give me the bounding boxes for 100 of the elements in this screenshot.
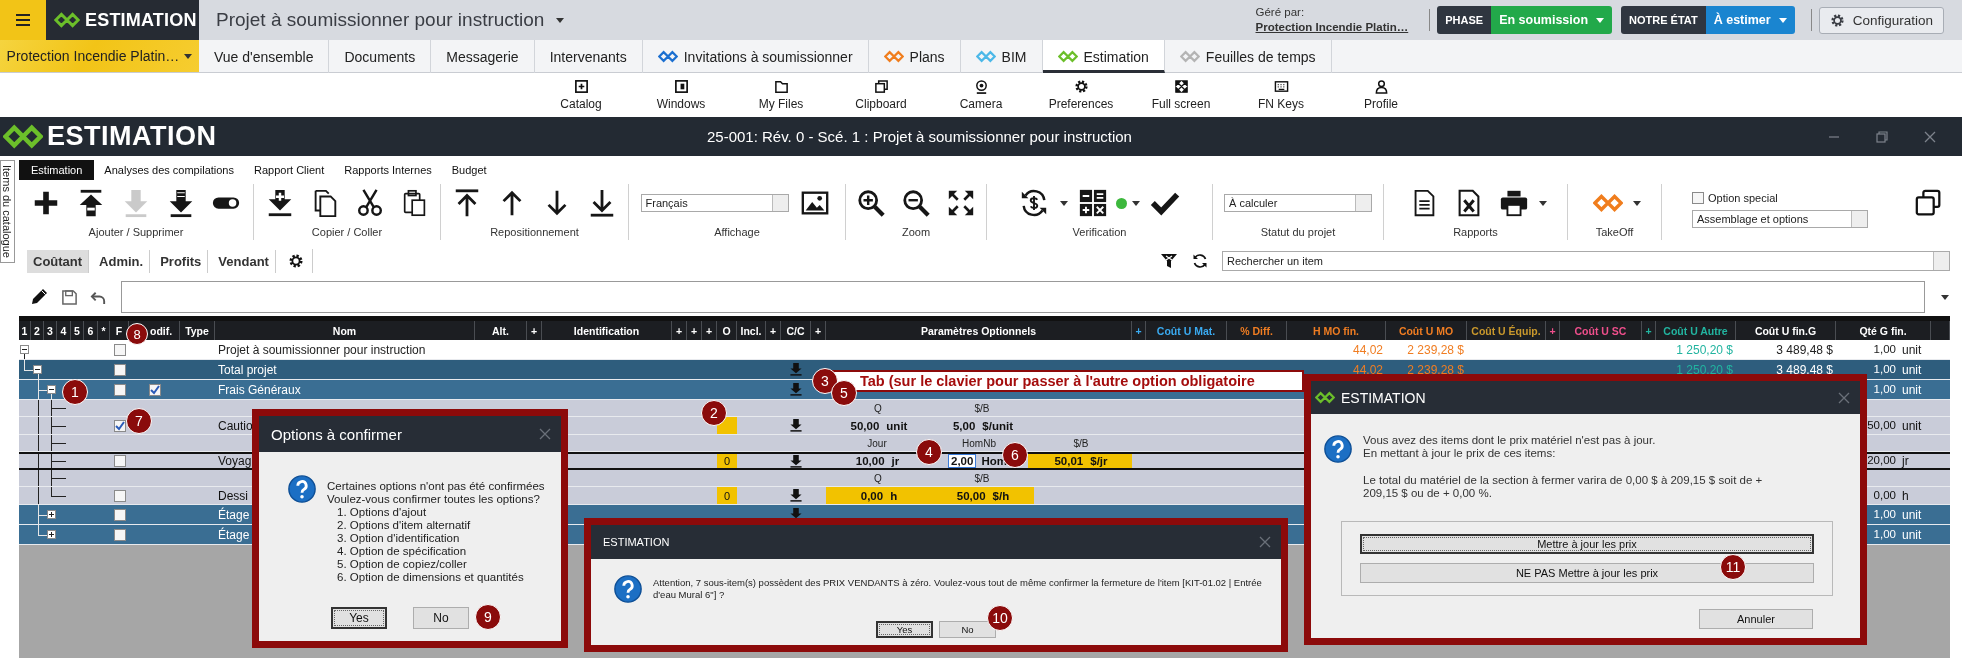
toolbar-button[interactable]: My Files [731,73,831,117]
configuration-button[interactable]: Configuration [1818,6,1944,34]
expand-toggle[interactable] [46,385,56,394]
toolbar-button[interactable]: FN Keys [1231,73,1331,117]
download-icon[interactable] [790,454,802,468]
printer-icon[interactable] [1498,188,1529,218]
column-header[interactable]: * [101,324,106,337]
column-header[interactable]: + [675,324,683,337]
fullscreen-icon[interactable] [946,188,976,218]
column-header[interactable]: + [769,324,777,337]
toolbar-button[interactable]: Full screen [1131,73,1231,117]
column-header[interactable]: 2 [34,324,40,337]
nav-tab[interactable]: Estimation [1042,40,1165,73]
column-header[interactable]: Coût U fin.G [1754,324,1817,337]
column-header[interactable]: + [1645,324,1652,337]
column-header[interactable]: Type [185,324,209,337]
column-header[interactable]: + [1135,324,1142,337]
zoom-in-icon[interactable] [856,188,886,218]
column-header[interactable]: Coût U MO [1398,324,1454,337]
column-header[interactable]: Qté G fin. [1859,324,1907,337]
pencil-icon[interactable] [29,287,49,307]
param-cell[interactable]: 50,00 $/h [930,487,1034,504]
toolbar-button[interactable]: Clipboard [831,73,931,117]
column-header[interactable]: 5 [74,324,80,337]
view-tab[interactable]: Admin. [93,249,151,273]
dropdown[interactable]: Français [640,194,789,212]
toolbar-button[interactable]: Profile [1331,73,1431,117]
checkbox[interactable] [113,508,126,521]
close-icon[interactable] [1924,130,1936,143]
ribbon-tab[interactable]: Rapports Internes [334,160,442,180]
checkbox[interactable] [113,419,126,432]
ribbon-tab[interactable]: Rapport Client [244,160,335,180]
filter-icon[interactable] [1160,252,1178,270]
managed-by-link[interactable]: Protection Incendie Platin… [1255,20,1409,35]
checkbox[interactable] [113,528,126,541]
ribbon-tab[interactable]: Estimation [19,160,95,180]
param-cell[interactable]: 50,00 unit [848,417,908,434]
expand-toggle[interactable] [46,530,56,539]
column-header[interactable]: Incl. [740,324,762,337]
restore-icon[interactable] [1876,130,1888,143]
column-header[interactable]: + [705,324,713,337]
search-dropdown[interactable]: Rechercher un item [1222,251,1950,271]
download-icon[interactable] [790,419,802,432]
state-dropdown[interactable]: À estimer [1705,6,1795,34]
toolbar-button[interactable]: Catalog [531,73,631,117]
input-field[interactable] [121,281,1925,313]
column-header[interactable]: Nom [332,324,357,337]
param-cell[interactable]: 0,00 h [826,487,930,504]
expand-toggle[interactable] [46,510,56,519]
close-icon[interactable] [1259,536,1271,548]
column-header[interactable]: F [115,324,123,337]
close-icon[interactable] [1838,391,1850,404]
view-tab[interactable]: Coûtant [27,249,90,273]
save-icon[interactable] [61,288,78,306]
param-cell[interactable]: 50,01 $/jr [1028,454,1132,468]
dropdown[interactable]: Assemblage et options [1692,210,1868,228]
download-icon[interactable] [790,489,802,502]
toolbar-button[interactable]: Camera [931,73,1031,117]
column-header[interactable]: Coût U Équip. [1471,324,1541,337]
checkbox[interactable] [113,363,126,376]
expand-toggle[interactable] [19,345,29,354]
checkbox[interactable] [113,383,126,396]
menu-icon[interactable] [14,12,32,28]
side-tab[interactable]: Items du catalogue [0,160,15,263]
column-header[interactable]: C/C [786,324,805,337]
column-header[interactable]: % Diff. [1240,324,1273,337]
column-header[interactable]: Identification [573,324,640,337]
refresh-icon[interactable] [1192,253,1208,269]
column-header[interactable]: O [722,324,731,337]
param-cell[interactable]: 10,00 jr [853,454,900,468]
param-cell[interactable]: 5,00 $/unit [950,417,1014,434]
ribbon-tab[interactable]: Budget [441,160,497,180]
column-header[interactable]: + [690,324,698,337]
column-header[interactable]: + [530,324,538,337]
dialog-button[interactable]: Yes [331,607,387,629]
checkbox[interactable] [148,383,161,396]
column-header[interactable]: Alt. [492,324,509,337]
expand-toggle[interactable] [33,365,42,374]
ribbon-tab[interactable]: Analyses des compilations [94,160,244,180]
column-header[interactable]: + [814,324,822,337]
dialog-button[interactable]: Mettre à jour les prix [1360,534,1814,554]
toolbar-button[interactable]: Windows [631,73,731,117]
view-tab[interactable]: Profits [154,249,209,273]
dialog-button[interactable]: Annuler [1699,609,1813,629]
checkbox[interactable] [113,489,126,502]
calculator-icon[interactable] [1078,188,1108,218]
dollar-refresh-icon[interactable] [1019,188,1049,218]
column-header[interactable]: 1 [21,324,28,337]
column-header[interactable]: Coût U Autre [1663,324,1728,337]
checkbox[interactable] [1692,192,1704,204]
column-header[interactable]: 6 [87,324,94,337]
column-header[interactable]: Coût U Mat. [1156,324,1216,337]
column-header[interactable]: 3 [47,324,53,337]
view-tab[interactable]: Vendant [212,249,276,273]
settings-icon[interactable] [287,253,304,269]
column-header[interactable]: Coût U SC [1574,324,1627,337]
zoom-out-icon[interactable] [901,188,931,218]
close-icon[interactable] [539,428,551,440]
company-dropdown[interactable]: Protection Incendie Platin… [0,40,199,72]
checkbox[interactable] [113,343,126,356]
